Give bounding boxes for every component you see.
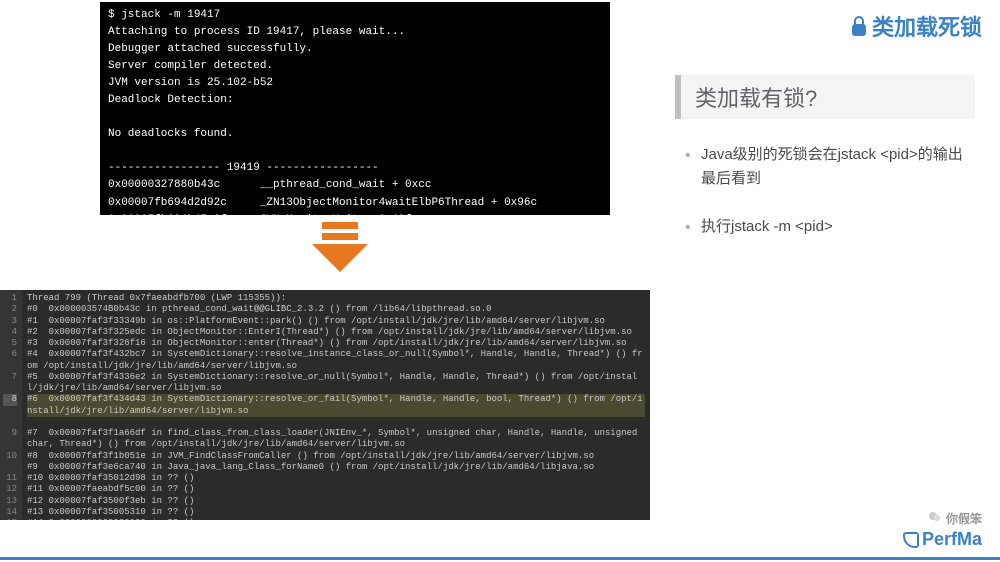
thread-dump-body: Thread 799 (Thread 0x7faeabdfb700 (LWP 1… [22, 290, 650, 520]
arrow-down-icon [310, 222, 370, 282]
terminal-jstack-output: $ jstack -m 19417 Attaching to process I… [100, 2, 610, 215]
page-title-text: 类加载死锁 [872, 10, 982, 42]
author-label: 你假笨 [928, 510, 982, 527]
sidebar-heading: 类加载有锁? [675, 75, 975, 119]
wechat-icon [928, 511, 942, 526]
terminal-thread-dump: 1 2 3 4 5 6 7 8 9 10 11 12 13 14 15 16 1… [0, 290, 650, 520]
list-item: 执行jstack -m <pid> [685, 215, 975, 239]
perfma-icon [903, 532, 919, 548]
line-gutter: 1 2 3 4 5 6 7 8 9 10 11 12 13 14 15 16 1… [0, 290, 22, 520]
footer-logo: 你假笨 PerfMa [903, 510, 982, 550]
sidebar: 类加载有锁? Java级别的死锁会在jstack <pid>的输出最后看到 执行… [675, 75, 975, 263]
page-title: 类加载死锁 [850, 10, 982, 42]
list-item: Java级别的死锁会在jstack <pid>的输出最后看到 [685, 143, 975, 191]
footer-divider [0, 557, 1000, 560]
lock-icon [850, 15, 868, 37]
brand-logo: PerfMa [903, 529, 982, 550]
sidebar-list: Java级别的死锁会在jstack <pid>的输出最后看到 执行jstack … [675, 143, 975, 239]
